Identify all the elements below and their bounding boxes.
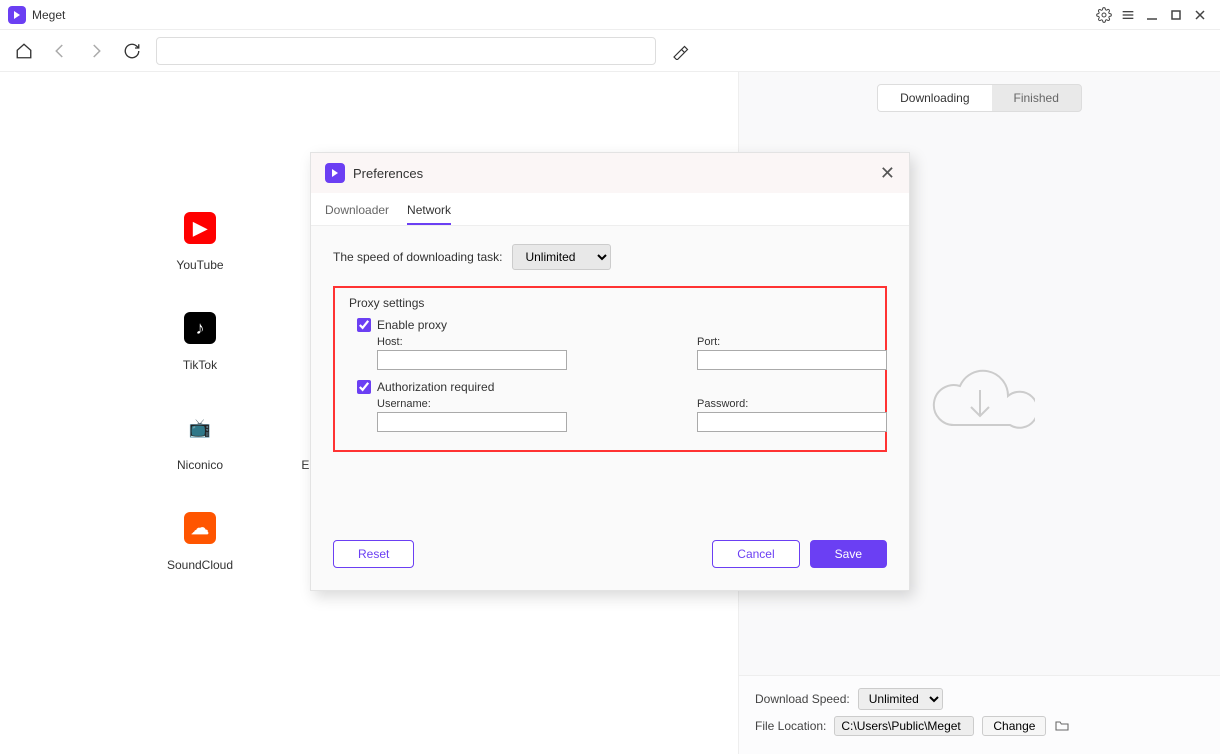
reset-button[interactable]: Reset: [333, 540, 414, 568]
clear-icon[interactable]: [668, 39, 692, 63]
download-speed-select[interactable]: Unlimited: [858, 688, 943, 710]
reload-icon[interactable]: [120, 39, 144, 63]
site-label: YouTube: [176, 258, 223, 272]
port-input[interactable]: [697, 350, 887, 370]
url-input[interactable]: [156, 37, 656, 65]
app-logo-icon: [8, 6, 26, 24]
niconico-icon: 📺: [184, 412, 216, 444]
download-speed-label: Download Speed:: [755, 692, 850, 706]
tab-downloading[interactable]: Downloading: [878, 85, 991, 111]
downloads-tabs: Downloading Finished: [877, 84, 1082, 112]
tab-finished[interactable]: Finished: [992, 85, 1081, 111]
back-icon[interactable]: [48, 39, 72, 63]
site-tiktok[interactable]: ♪ TikTok: [140, 312, 260, 372]
folder-icon[interactable]: [1054, 718, 1070, 734]
password-input[interactable]: [697, 412, 887, 432]
username-label: Username:: [377, 398, 567, 410]
host-label: Host:: [377, 336, 567, 348]
file-location-input[interactable]: [834, 716, 974, 736]
auth-required-checkbox[interactable]: [357, 380, 371, 394]
enable-proxy-label: Enable proxy: [377, 318, 447, 332]
site-soundcloud[interactable]: ☁ SoundCloud: [140, 512, 260, 572]
titlebar: Meget: [0, 0, 1220, 30]
app-logo-icon: [325, 163, 345, 183]
minimize-button[interactable]: [1140, 3, 1164, 27]
toolbar: [0, 30, 1220, 72]
speed-label: The speed of downloading task:: [333, 250, 502, 264]
tiktok-icon: ♪: [184, 312, 216, 344]
host-input[interactable]: [377, 350, 567, 370]
site-label: TikTok: [183, 358, 217, 372]
password-label: Password:: [697, 398, 887, 410]
proxy-settings-box: Proxy settings Enable proxy Host: Port: …: [333, 286, 887, 452]
preferences-title: Preferences: [353, 166, 880, 181]
settings-gear-icon[interactable]: [1092, 3, 1116, 27]
port-label: Port:: [697, 336, 887, 348]
close-icon[interactable]: ✕: [880, 163, 895, 184]
close-button[interactable]: [1188, 3, 1212, 27]
menu-icon[interactable]: [1116, 3, 1140, 27]
site-label: Niconico: [177, 458, 223, 472]
site-niconico[interactable]: 📺 Niconico: [140, 412, 260, 472]
proxy-title: Proxy settings: [349, 296, 871, 310]
forward-icon[interactable]: [84, 39, 108, 63]
tab-downloader[interactable]: Downloader: [325, 203, 389, 225]
enable-proxy-checkbox[interactable]: [357, 318, 371, 332]
speed-select[interactable]: Unlimited: [512, 244, 611, 270]
home-icon[interactable]: [12, 39, 36, 63]
username-input[interactable]: [377, 412, 567, 432]
file-location-label: File Location:: [755, 719, 826, 733]
cloud-download-icon: [925, 355, 1035, 445]
app-title: Meget: [32, 8, 65, 22]
cancel-button[interactable]: Cancel: [712, 540, 799, 568]
soundcloud-icon: ☁: [184, 512, 216, 544]
site-label: SoundCloud: [167, 558, 233, 572]
change-location-button[interactable]: Change: [982, 716, 1046, 736]
auth-required-label: Authorization required: [377, 380, 494, 394]
youtube-icon: ▶: [184, 212, 216, 244]
save-button[interactable]: Save: [810, 540, 887, 568]
preferences-dialog: Preferences ✕ Downloader Network The spe…: [310, 152, 910, 591]
maximize-button[interactable]: [1164, 3, 1188, 27]
site-youtube[interactable]: ▶ YouTube: [140, 212, 260, 272]
downloads-footer: Download Speed: Unlimited File Location:…: [739, 675, 1220, 754]
tab-network[interactable]: Network: [407, 203, 451, 225]
